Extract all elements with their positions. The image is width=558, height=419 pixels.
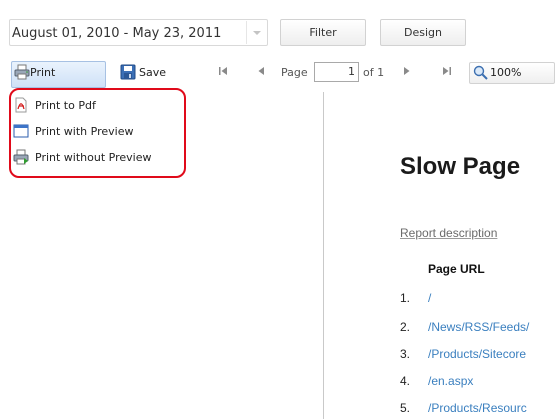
menu-item-label: Print without Preview [35, 151, 152, 164]
last-page-icon[interactable] [442, 66, 452, 76]
page-url-link[interactable]: /Products/Sitecore [428, 347, 526, 361]
magnifier-icon [473, 65, 488, 80]
report-title: Slow Page [400, 153, 521, 180]
previous-page-icon[interactable] [256, 66, 266, 76]
page-url-link[interactable]: /News/RSS/Feeds/ [428, 320, 529, 334]
menu-item-label: Print to Pdf [35, 99, 96, 112]
report-page [323, 92, 558, 419]
row-number: 2. [400, 320, 411, 334]
preview-window-icon [13, 124, 29, 138]
print-button-label: Print [30, 66, 56, 79]
page-number-input[interactable]: 1 [314, 62, 359, 82]
page-count-label: of 1 [363, 66, 385, 79]
filter-button[interactable]: Filter [280, 19, 366, 46]
report-description-link[interactable]: Report description [400, 226, 497, 240]
column-header-page-url: Page URL [428, 262, 485, 276]
first-page-icon[interactable] [218, 66, 228, 76]
menu-item-label: Print with Preview [35, 125, 134, 138]
menu-item-print-without-preview[interactable]: Print without Preview [13, 147, 183, 169]
date-range-value: August 01, 2010 - May 23, 2011 [12, 26, 222, 41]
row-number: 4. [400, 374, 411, 388]
save-icon[interactable] [120, 64, 136, 80]
zoom-level: 100% [490, 66, 522, 79]
printer-icon [13, 149, 29, 165]
page-url-link[interactable]: / [428, 291, 431, 305]
row-number: 3. [400, 347, 411, 361]
page-url-link[interactable]: /en.aspx [428, 374, 473, 388]
row-number: 5. [400, 401, 411, 415]
row-number: 1. [400, 291, 411, 305]
page-label: Page [281, 66, 308, 79]
chevron-down-icon[interactable] [246, 21, 266, 44]
printer-icon [14, 64, 30, 80]
menu-item-print-with-preview[interactable]: Print with Preview [13, 121, 183, 143]
menu-item-print-to-pdf[interactable]: Print to Pdf [13, 95, 183, 117]
pdf-icon [15, 97, 27, 113]
page-url-link[interactable]: /Products/Resourc [428, 401, 527, 415]
save-button[interactable]: Save [139, 66, 166, 79]
next-page-icon[interactable] [402, 66, 412, 76]
design-button[interactable]: Design [380, 19, 466, 46]
